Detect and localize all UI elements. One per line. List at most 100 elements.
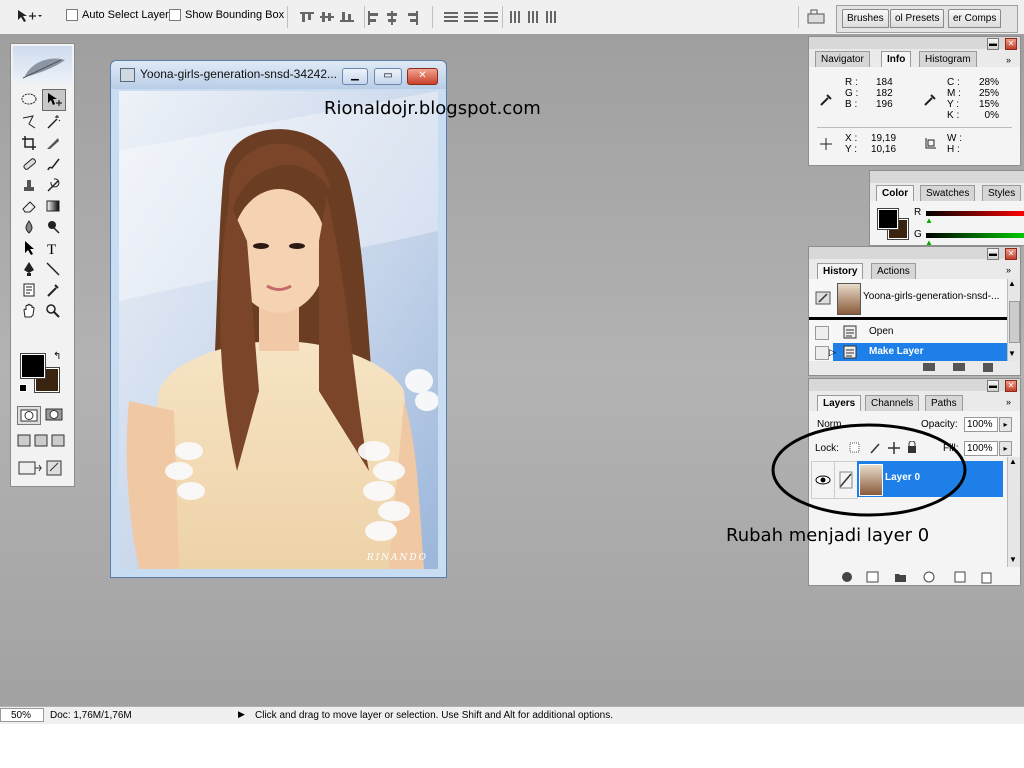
history-brush-tool[interactable] bbox=[42, 175, 64, 195]
auto-select-checkbox[interactable] bbox=[66, 9, 78, 22]
standard-mode-button[interactable] bbox=[17, 406, 41, 425]
slice-knife-icon bbox=[47, 138, 59, 149]
info-content: R :G :B : 184 182 196 C :M :Y :K : 28% 25% 1… bbox=[809, 67, 1020, 165]
tab-color[interactable]: Color bbox=[876, 185, 915, 201]
panel-menu-icon[interactable]: » bbox=[1006, 55, 1011, 65]
jump-to-imageready-button[interactable] bbox=[17, 459, 67, 480]
well-tab-brushes[interactable]: Brushes bbox=[842, 9, 889, 28]
palette-well-icon[interactable] bbox=[806, 6, 826, 29]
healing-brush-tool[interactable] bbox=[18, 154, 40, 174]
marquee-tool[interactable] bbox=[18, 89, 40, 109]
path-selection-tool[interactable] bbox=[18, 238, 40, 258]
divider bbox=[817, 127, 1012, 128]
lasso-tool[interactable] bbox=[18, 112, 40, 132]
scroll-thumb[interactable] bbox=[1009, 301, 1020, 343]
dodge-tool[interactable] bbox=[42, 217, 64, 237]
status-menu-arrow-icon[interactable]: ▶ bbox=[238, 709, 245, 720]
maximize-button[interactable]: ▭ bbox=[374, 68, 402, 85]
panel-minimize-button[interactable]: ▬ bbox=[987, 248, 999, 260]
tab-actions[interactable]: Actions bbox=[871, 263, 916, 279]
history-brush-icon bbox=[47, 178, 60, 192]
slice-tool[interactable] bbox=[42, 133, 64, 153]
zoom-field[interactable]: 50% bbox=[0, 708, 44, 722]
panel-close-button[interactable]: ✕ bbox=[1005, 248, 1017, 260]
tab-histogram[interactable]: Histogram bbox=[919, 51, 977, 67]
show-bounding-box-option[interactable]: Show Bounding Box bbox=[169, 9, 284, 22]
eyedropper-icon bbox=[47, 284, 59, 297]
tab-channels[interactable]: Channels bbox=[865, 395, 920, 411]
history-scrollbar[interactable]: ▲ ▼ bbox=[1007, 279, 1020, 361]
default-colors-icon[interactable] bbox=[19, 384, 27, 392]
new-group-icon bbox=[895, 574, 906, 582]
panel-menu-icon[interactable]: » bbox=[1006, 397, 1011, 407]
note-icon bbox=[23, 283, 35, 297]
r-slider[interactable] bbox=[926, 211, 1024, 216]
zoom-tool[interactable] bbox=[42, 301, 64, 321]
gradient-icon bbox=[46, 200, 60, 212]
history-source-box[interactable] bbox=[815, 346, 829, 360]
document-canvas[interactable]: RINANDO bbox=[119, 91, 438, 569]
doc-size-text[interactable]: Doc: 1,76M/1,76M bbox=[50, 710, 132, 721]
panel-menu-icon[interactable]: » bbox=[1006, 265, 1011, 275]
layers-footer-icons[interactable] bbox=[837, 571, 1007, 584]
close-button[interactable]: ✕ bbox=[407, 68, 438, 85]
g-slider[interactable] bbox=[926, 233, 1024, 238]
panel-close-button[interactable]: ✕ bbox=[1005, 38, 1017, 50]
type-t-icon: T bbox=[47, 242, 56, 256]
tab-layers[interactable]: Layers bbox=[817, 395, 862, 411]
tab-info[interactable]: Info bbox=[881, 51, 912, 67]
tab-paths[interactable]: Paths bbox=[925, 395, 963, 411]
layer-mask-icon bbox=[866, 571, 879, 583]
move-tool-preset-picker[interactable] bbox=[16, 8, 42, 27]
blur-tool[interactable] bbox=[18, 217, 40, 237]
foreground-color-swatch[interactable] bbox=[20, 353, 46, 379]
panel-close-button[interactable]: ✕ bbox=[1005, 380, 1017, 392]
quick-mask-button[interactable] bbox=[43, 406, 65, 423]
clone-stamp-tool[interactable] bbox=[18, 175, 40, 195]
swap-colors-icon[interactable]: ↰ bbox=[53, 351, 61, 362]
scroll-up-icon[interactable]: ▲ bbox=[1008, 279, 1016, 288]
crop-tool[interactable] bbox=[18, 133, 40, 153]
history-state-slider-icon[interactable]: ▷ bbox=[829, 347, 836, 358]
layers-scrollbar[interactable]: ▲ ▼ bbox=[1007, 457, 1020, 567]
scroll-up-icon[interactable]: ▲ bbox=[1009, 457, 1017, 466]
history-snapshot-row[interactable]: Yoona-girls-generation-snsd-... bbox=[809, 279, 1007, 317]
history-item-open[interactable]: Open bbox=[809, 323, 1007, 341]
fill-stepper[interactable]: ▸ bbox=[999, 441, 1012, 456]
cmyk-values: 28% 25% 15% 0% bbox=[977, 77, 999, 121]
scroll-down-icon[interactable]: ▼ bbox=[1009, 555, 1017, 564]
tab-swatches[interactable]: Swatches bbox=[920, 185, 976, 201]
line-tool[interactable] bbox=[42, 259, 64, 279]
tab-history[interactable]: History bbox=[817, 263, 864, 279]
tab-styles[interactable]: Styles bbox=[982, 185, 1022, 201]
well-tab-layer-comps[interactable]: er Comps bbox=[948, 9, 1002, 28]
link-layers-icon bbox=[842, 572, 852, 582]
r-slider-thumb[interactable]: ▲ bbox=[925, 216, 933, 225]
well-tab-tool-presets[interactable]: ol Presets bbox=[890, 9, 945, 28]
brush-tool[interactable] bbox=[42, 154, 64, 174]
magic-wand-tool[interactable] bbox=[42, 112, 64, 132]
auto-select-layer-option[interactable]: Auto Select Layer bbox=[66, 9, 169, 22]
minimize-button[interactable]: ▁ bbox=[342, 68, 368, 85]
color-foreground-swatch[interactable] bbox=[877, 208, 899, 230]
type-tool[interactable]: T bbox=[42, 238, 64, 258]
svg-text:T: T bbox=[47, 242, 56, 256]
eraser-tool[interactable] bbox=[18, 196, 40, 216]
document-window[interactable]: Yoona-girls-generation-snsd-34242... ▁ ▭… bbox=[110, 60, 447, 578]
tab-navigator[interactable]: Navigator bbox=[815, 51, 870, 67]
opacity-stepper[interactable]: ▸ bbox=[999, 417, 1012, 432]
document-titlebar[interactable]: Yoona-girls-generation-snsd-34242... ▁ ▭… bbox=[111, 61, 446, 89]
notes-tool[interactable] bbox=[18, 280, 40, 300]
scroll-down-icon[interactable]: ▼ bbox=[1008, 349, 1016, 358]
eyedropper-tool[interactable] bbox=[42, 280, 64, 300]
gradient-tool[interactable] bbox=[42, 196, 64, 216]
show-bounding-checkbox[interactable] bbox=[169, 9, 181, 22]
history-source-box[interactable] bbox=[815, 326, 829, 340]
hand-tool[interactable] bbox=[18, 301, 40, 321]
pen-tool[interactable] bbox=[18, 259, 40, 279]
move-tool[interactable] bbox=[42, 89, 66, 111]
history-item-make-layer[interactable]: Make Layer bbox=[833, 343, 1007, 361]
wh-labels: W :H : bbox=[947, 133, 962, 155]
panel-minimize-button[interactable]: ▬ bbox=[987, 380, 999, 392]
panel-minimize-button[interactable]: ▬ bbox=[987, 38, 999, 50]
